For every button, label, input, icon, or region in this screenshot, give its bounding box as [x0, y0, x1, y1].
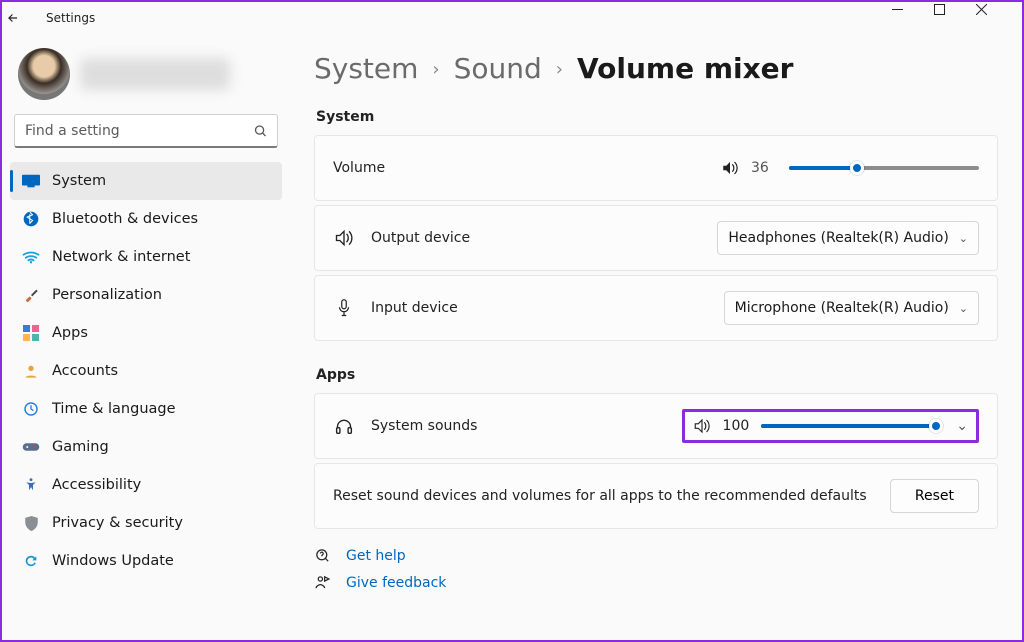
nav-label: Gaming	[52, 439, 109, 455]
sidebar: System Bluetooth & devices Network & int…	[2, 34, 290, 640]
system-sounds-value: 100	[723, 418, 750, 434]
nav-label: Network & internet	[52, 249, 190, 265]
chevron-right-icon: ›	[432, 59, 439, 80]
reset-button[interactable]: Reset	[890, 479, 979, 513]
username-redacted	[80, 58, 230, 90]
chevron-down-icon: ⌄	[959, 232, 968, 245]
system-sounds-label: System sounds	[371, 418, 477, 434]
nav-label: Accounts	[52, 363, 118, 379]
crumb-volume-mixer: Volume mixer	[577, 52, 793, 85]
system-icon	[22, 172, 40, 190]
give-feedback-link: Give feedback	[314, 574, 998, 591]
search-input[interactable]	[14, 114, 278, 148]
output-device-label: Output device	[371, 230, 470, 246]
nav-network[interactable]: Network & internet	[10, 238, 282, 276]
bluetooth-icon	[22, 210, 40, 228]
nav-label: System	[52, 173, 106, 189]
minimize-button[interactable]	[892, 4, 934, 32]
nav-system[interactable]: System	[10, 162, 282, 200]
main: System › Sound › Volume mixer System Vol…	[290, 34, 1022, 640]
volume-slider[interactable]	[789, 160, 979, 176]
give-feedback[interactable]: Give feedback	[346, 575, 446, 591]
get-help-link: Get help	[314, 547, 998, 564]
nav-label: Windows Update	[52, 553, 174, 569]
section-label-system: System	[316, 109, 998, 125]
system-sounds-row: System sounds 100 ⌄	[314, 393, 998, 459]
nav-label: Apps	[52, 325, 88, 341]
reset-row: Reset sound devices and volumes for all …	[314, 463, 998, 529]
titlebar: Settings	[2, 2, 1022, 34]
nav-accounts[interactable]: Accounts	[10, 352, 282, 390]
nav-personalization[interactable]: Personalization	[10, 276, 282, 314]
volume-label: Volume	[333, 160, 385, 176]
input-device-row: Input device Microphone (Realtek(R) Audi…	[314, 275, 998, 341]
nav-label: Bluetooth & devices	[52, 211, 198, 227]
volume-value: 36	[751, 160, 777, 176]
section-label-apps: Apps	[316, 367, 998, 383]
breadcrumb: System › Sound › Volume mixer	[314, 52, 998, 85]
highlighted-slider-region: 100 ⌄	[682, 409, 979, 443]
chevron-down-icon[interactable]: ⌄	[956, 418, 968, 434]
nav-label: Time & language	[52, 401, 176, 417]
output-device-row: Output device Headphones (Realtek(R) Aud…	[314, 205, 998, 271]
search-icon	[253, 124, 268, 139]
dropdown-value: Microphone (Realtek(R) Audio)	[735, 300, 949, 316]
gamepad-icon	[22, 438, 40, 456]
close-button[interactable]	[976, 4, 1018, 32]
crumb-sound[interactable]: Sound	[454, 52, 542, 85]
chevron-down-icon: ⌄	[959, 302, 968, 315]
wifi-icon	[22, 248, 40, 266]
nav-accessibility[interactable]: Accessibility	[10, 466, 282, 504]
feedback-icon	[314, 574, 334, 591]
dropdown-value: Headphones (Realtek(R) Audio)	[728, 230, 948, 246]
speaker-icon	[721, 160, 739, 176]
mic-icon	[333, 298, 355, 318]
input-device-dropdown[interactable]: Microphone (Realtek(R) Audio) ⌄	[724, 291, 979, 325]
reset-description: Reset sound devices and volumes for all …	[333, 488, 867, 504]
help-icon	[314, 547, 334, 564]
nav-windows-update[interactable]: Windows Update	[10, 542, 282, 580]
volume-row: Volume 36	[314, 135, 998, 201]
input-device-label: Input device	[371, 300, 458, 316]
window-title: Settings	[46, 11, 95, 25]
output-device-dropdown[interactable]: Headphones (Realtek(R) Audio) ⌄	[717, 221, 979, 255]
clock-icon	[22, 400, 40, 418]
nav-gaming[interactable]: Gaming	[10, 428, 282, 466]
back-button[interactable]	[6, 11, 38, 25]
headphones-icon	[333, 417, 355, 435]
chevron-right-icon: ›	[556, 59, 563, 80]
nav-bluetooth[interactable]: Bluetooth & devices	[10, 200, 282, 238]
nav-apps[interactable]: Apps	[10, 314, 282, 352]
speaker-icon	[333, 229, 355, 247]
nav-label: Privacy & security	[52, 515, 183, 531]
crumb-system[interactable]: System	[314, 52, 418, 85]
nav-label: Personalization	[52, 287, 162, 303]
nav-list: System Bluetooth & devices Network & int…	[10, 162, 282, 580]
apps-icon	[22, 324, 40, 342]
nav-privacy[interactable]: Privacy & security	[10, 504, 282, 542]
update-icon	[22, 552, 40, 570]
nav-time-language[interactable]: Time & language	[10, 390, 282, 428]
get-help[interactable]: Get help	[346, 548, 406, 564]
speaker-icon	[693, 418, 711, 434]
accounts-icon	[22, 362, 40, 380]
brush-icon	[22, 286, 40, 304]
shield-icon	[22, 514, 40, 532]
nav-label: Accessibility	[52, 477, 141, 493]
maximize-button[interactable]	[934, 4, 976, 32]
system-sounds-slider[interactable]	[761, 418, 936, 434]
user-header[interactable]	[10, 42, 282, 114]
avatar	[18, 48, 70, 100]
search	[14, 114, 278, 148]
accessibility-icon	[22, 476, 40, 494]
